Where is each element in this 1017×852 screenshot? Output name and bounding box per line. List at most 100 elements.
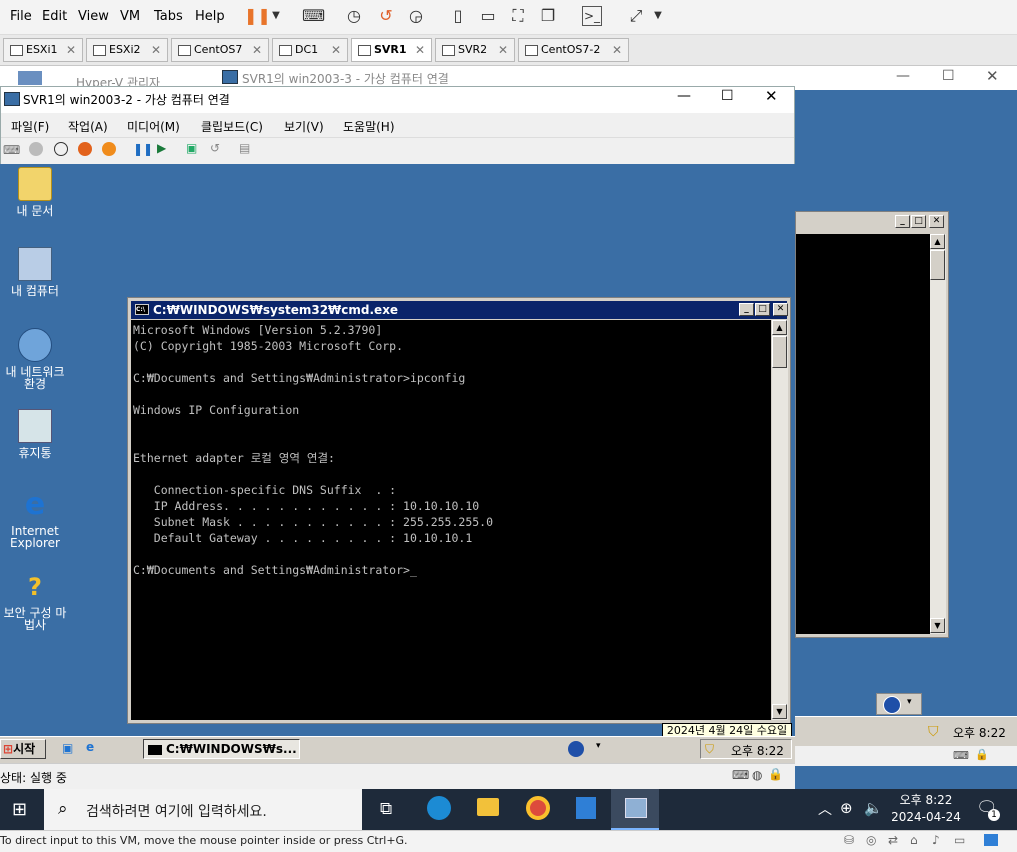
cmd-titlebar[interactable]: C:\ C:₩WINDOWS₩system32₩cmd.exe _ □ ✕ bbox=[131, 301, 788, 319]
send-keys-icon[interactable]: ⌨ bbox=[302, 6, 325, 26]
share-icon[interactable]: ▤ bbox=[239, 141, 250, 155]
maximize-icon[interactable]: ☐ bbox=[721, 88, 734, 104]
vmware-message-icon[interactable] bbox=[984, 834, 998, 846]
close-icon[interactable]: ✕ bbox=[612, 39, 622, 61]
fullscreen-icon[interactable]: ⛶ bbox=[508, 6, 528, 26]
scroll-thumb[interactable] bbox=[772, 336, 787, 368]
minimize-icon[interactable]: — bbox=[896, 68, 910, 84]
language-bar[interactable]: ▾ bbox=[876, 693, 922, 715]
snapshot-manager-icon[interactable]: ◶ bbox=[406, 6, 426, 26]
save-icon[interactable] bbox=[102, 142, 116, 156]
globe-icon[interactable] bbox=[568, 741, 584, 757]
desktop-icon-my-computer[interactable]: 내 컴퓨터 bbox=[0, 247, 70, 297]
edge-icon[interactable] bbox=[427, 796, 451, 820]
close-icon[interactable]: ✕ bbox=[331, 39, 341, 61]
menu-media[interactable]: 미디어(M) bbox=[127, 118, 180, 135]
start-button[interactable]: ⊞시작 bbox=[0, 739, 46, 759]
server-manager-icon[interactable] bbox=[576, 797, 596, 819]
menu-file[interactable]: 파일(F) bbox=[11, 118, 49, 135]
pause-icon[interactable]: ❚❚ bbox=[244, 6, 271, 26]
close-icon[interactable]: ✕ bbox=[773, 303, 788, 316]
minimize-icon[interactable]: _ bbox=[739, 303, 754, 316]
shield-icon[interactable]: ⛉ bbox=[928, 724, 939, 740]
cd-icon[interactable]: ◎ bbox=[866, 833, 876, 847]
windows-start-icon[interactable]: ⊞ bbox=[12, 799, 27, 820]
tab-dc1[interactable]: DC1 ✕ bbox=[272, 38, 348, 62]
shutdown-icon[interactable] bbox=[78, 142, 92, 156]
checkpoint-icon[interactable]: ▣ bbox=[186, 141, 197, 155]
menu-help[interactable]: Help bbox=[195, 9, 225, 24]
menu-view[interactable]: View bbox=[78, 9, 109, 24]
tab-esxi2[interactable]: ESXi2 ✕ bbox=[86, 38, 168, 62]
shield-icon[interactable]: ⛉ bbox=[705, 742, 714, 757]
display-icon[interactable]: ▭ bbox=[954, 833, 965, 847]
close-icon[interactable]: ✕ bbox=[498, 39, 508, 61]
scrollbar[interactable]: ▲ ▼ bbox=[930, 234, 946, 634]
chrome-icon[interactable] bbox=[526, 796, 550, 820]
cmd-scrollbar[interactable]: ▲ ▼ bbox=[772, 320, 788, 720]
tray-clock[interactable]: 오후 8:22 bbox=[731, 742, 784, 759]
unity-icon[interactable]: ❐ bbox=[538, 6, 558, 26]
menu-help[interactable]: 도움말(H) bbox=[343, 118, 395, 135]
sound-icon[interactable]: ♪ bbox=[932, 833, 940, 847]
desktop-icon-ie[interactable]: e Internet Explorer bbox=[0, 489, 70, 550]
cmd-console[interactable]: Microsoft Windows [Version 5.2.3790] (C)… bbox=[131, 320, 771, 720]
close-icon[interactable]: ✕ bbox=[765, 87, 778, 105]
ie-icon[interactable]: e bbox=[86, 740, 94, 754]
show-desktop-icon[interactable]: ▣ bbox=[62, 741, 73, 755]
stretch-icon[interactable]: ⤢ bbox=[626, 6, 646, 26]
menu-tabs[interactable]: Tabs bbox=[154, 9, 183, 24]
volume-icon[interactable]: 🔈 bbox=[864, 799, 883, 817]
revert-snapshot-icon[interactable]: ↺ bbox=[376, 6, 396, 26]
menu-file[interactable]: File bbox=[10, 9, 32, 24]
chevron-down-icon[interactable]: ▼ bbox=[266, 6, 286, 26]
close-icon[interactable]: ✕ bbox=[986, 67, 999, 85]
host-clock-time[interactable]: 오후 8:22 bbox=[886, 791, 966, 808]
taskbar-search-box[interactable]: ⌕ 검색하려면 여기에 입력하세요. bbox=[44, 789, 362, 830]
minimize-icon[interactable]: — bbox=[677, 88, 691, 104]
terminal-icon[interactable]: >_ bbox=[582, 6, 602, 26]
desktop-icon-recycle-bin[interactable]: 휴지통 bbox=[0, 409, 70, 459]
close-icon[interactable]: ✕ bbox=[151, 39, 161, 61]
tab-centos7-2[interactable]: CentOS7-2 ✕ bbox=[518, 38, 629, 62]
ctrl-alt-del-icon[interactable]: ⌨ bbox=[3, 143, 20, 157]
menu-vm[interactable]: VM bbox=[120, 9, 140, 24]
menu-view[interactable]: 보기(V) bbox=[284, 118, 324, 135]
usb-icon[interactable]: ⌂ bbox=[910, 833, 918, 847]
scroll-down-icon[interactable]: ▼ bbox=[772, 704, 787, 719]
desktop-icon-network[interactable]: 내 네트워크 환경 bbox=[0, 328, 70, 390]
close-icon[interactable]: ✕ bbox=[415, 39, 425, 61]
pause-icon[interactable]: ❚❚ bbox=[133, 142, 153, 156]
close-icon[interactable]: ✕ bbox=[66, 39, 76, 61]
menu-action[interactable]: 작업(A) bbox=[68, 118, 108, 135]
revert-icon[interactable]: ↺ bbox=[210, 141, 220, 155]
maximize-icon[interactable]: ☐ bbox=[942, 68, 955, 84]
tab-centos7[interactable]: CentOS7 ✕ bbox=[171, 38, 269, 62]
network-adapter-icon[interactable]: ⇄ bbox=[888, 833, 898, 847]
desktop-icon-my-documents[interactable]: 내 문서 bbox=[0, 167, 70, 217]
scroll-up-icon[interactable]: ▲ bbox=[772, 320, 787, 335]
host-clock-date[interactable]: 2024-04-24 bbox=[886, 810, 966, 824]
cmd-window[interactable]: C:\ C:₩WINDOWS₩system32₩cmd.exe _ □ ✕ Mi… bbox=[127, 297, 791, 724]
file-explorer-icon[interactable] bbox=[477, 798, 499, 816]
tab-svr1[interactable]: SVR1 ✕ bbox=[351, 38, 432, 62]
start-icon[interactable] bbox=[29, 142, 43, 156]
turn-off-icon[interactable] bbox=[54, 142, 68, 156]
snapshot-icon[interactable]: ◷ bbox=[344, 6, 364, 26]
minimize-icon[interactable]: _ bbox=[895, 215, 910, 228]
taskbar-vmware-app[interactable] bbox=[611, 789, 659, 830]
chevron-down-icon[interactable]: ▾ bbox=[596, 741, 601, 751]
close-icon[interactable]: ✕ bbox=[252, 39, 262, 61]
chevron-down-icon[interactable]: ▼ bbox=[648, 6, 668, 26]
chevron-up-icon[interactable]: ︿ bbox=[818, 799, 832, 819]
menu-clipboard[interactable]: 클립보드(C) bbox=[201, 118, 263, 135]
sidebar-icon[interactable]: ▯ bbox=[448, 6, 468, 26]
desktop-icon-security-wizard[interactable]: ? 보안 구성 마법사 bbox=[0, 571, 70, 631]
maximize-icon[interactable]: □ bbox=[911, 215, 926, 228]
tab-svr2[interactable]: SVR2 ✕ bbox=[435, 38, 515, 62]
resume-icon[interactable]: ▶ bbox=[157, 141, 166, 155]
console-view-icon[interactable]: ▭ bbox=[478, 6, 498, 26]
close-icon[interactable]: ✕ bbox=[929, 215, 944, 228]
tab-esxi1[interactable]: ESXi1 ✕ bbox=[3, 38, 83, 62]
hdd-icon[interactable]: ⛁ bbox=[844, 833, 854, 847]
